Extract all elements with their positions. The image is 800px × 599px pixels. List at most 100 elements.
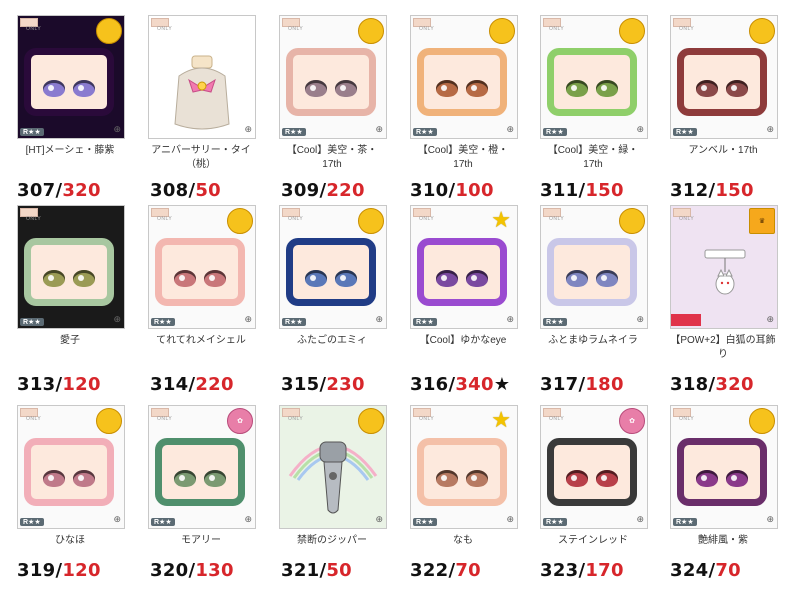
item-thumbnail[interactable]: ONLY ✿ R★★ ⊕ (540, 405, 648, 529)
item-thumbnail[interactable]: ONLY R★★ ⊕ (670, 15, 778, 139)
only-tag: ONLY (26, 216, 42, 222)
item-card[interactable]: ONLY R★★ ⊕ ふたごのエミィ (279, 205, 387, 348)
item-thumbnail[interactable]: ONLY ⊕ (148, 15, 256, 139)
item-name: [HT]メーシェ・藤紫 (25, 145, 115, 156)
zoom-icon[interactable]: ⊕ (244, 514, 252, 525)
zoom-icon[interactable]: ⊕ (766, 124, 774, 135)
rarity-tag: R★★ (151, 318, 175, 326)
item-thumbnail[interactable]: ONLY R★★ ⊕ (540, 15, 648, 139)
only-tag: ONLY (288, 216, 304, 222)
item-index: 324 (670, 560, 709, 581)
item-card[interactable]: ONLY R★★ ⊕ 【Cool】美空・緑・17th (540, 15, 648, 172)
item-value: 120 (62, 374, 101, 395)
zoom-icon[interactable]: ⊕ (636, 314, 644, 325)
item-index: 317 (540, 374, 579, 395)
item-card[interactable]: ONLY R★★ ⊕ てれてれメイシェル (148, 205, 256, 348)
item-card[interactable]: ONLY R★★ ⊕ [HT]メーシェ・藤紫 (17, 15, 125, 158)
zoom-icon[interactable]: ⊕ (375, 514, 383, 525)
item-card[interactable]: ONLY ✿ R★★ ⊕ ステインレッド (540, 405, 648, 548)
item-value: 340 (455, 374, 494, 395)
face-preview-icon (677, 48, 767, 116)
face-preview-icon (417, 438, 507, 506)
zoom-icon[interactable]: ⊕ (636, 124, 644, 135)
item-thumbnail[interactable]: ONLY ♛ ⊕ (670, 205, 778, 329)
zoom-icon[interactable]: ⊕ (636, 514, 644, 525)
item-count: 320/130 (150, 560, 234, 581)
zoom-icon[interactable]: ⊕ (113, 314, 121, 325)
item-card[interactable]: ONLY ♛ ⊕ 【POW+2】白狐の耳飾り (670, 205, 778, 362)
item-card[interactable]: ONLY ★ R★★ ⊕ 【Cool】ゆかなeye (410, 205, 518, 348)
item-card[interactable]: ONLY ✿ R★★ ⊕ モアリー (148, 405, 256, 548)
rarity-tag: R★★ (282, 128, 306, 136)
item-count: 312/150 (670, 180, 754, 201)
item-card[interactable]: ONLY ⊕ 禁断のジッパー (279, 405, 387, 548)
item-count: 313/120 (17, 374, 101, 395)
item-thumbnail[interactable]: ONLY ★ R★★ ⊕ (410, 405, 518, 529)
item-name: ふたごのエミィ (297, 335, 367, 346)
item-thumbnail[interactable]: ONLY R★★ ⊕ (279, 15, 387, 139)
item-count: 316/340★ (410, 374, 510, 395)
item-thumbnail[interactable]: ONLY R★★ ⊕ (670, 405, 778, 529)
zoom-icon[interactable]: ⊕ (506, 314, 514, 325)
item-thumbnail[interactable]: ONLY R★★ ⊕ (17, 405, 125, 529)
item-index: 311 (540, 180, 579, 201)
only-tag: ONLY (26, 416, 42, 422)
face-preview-icon (417, 238, 507, 306)
zoom-icon[interactable]: ⊕ (506, 514, 514, 525)
series-badge-icon (749, 408, 775, 434)
only-tag: ONLY (549, 416, 565, 422)
item-thumbnail[interactable]: ONLY R★★ ⊕ (148, 205, 256, 329)
item-thumbnail[interactable]: ONLY R★★ ⊕ (17, 205, 125, 329)
item-card[interactable]: ONLY R★★ ⊕ 艶緋風・紫 (670, 405, 778, 548)
event-badge-icon: ✿ (227, 408, 253, 434)
item-value: 220 (195, 374, 234, 395)
only-tag: ONLY (549, 216, 565, 222)
item-card[interactable]: ONLY R★★ ⊕ ふとまゆラムネイラ (540, 205, 648, 348)
item-thumbnail[interactable]: ONLY R★★ ⊕ (17, 15, 125, 139)
face-preview-icon (417, 48, 507, 116)
zoom-icon[interactable]: ⊕ (766, 314, 774, 325)
face-preview-icon (24, 48, 114, 116)
zoom-icon[interactable]: ⊕ (244, 124, 252, 135)
item-thumbnail[interactable]: ONLY R★★ ⊕ (410, 15, 518, 139)
eye-icon (73, 80, 95, 97)
zoom-icon[interactable]: ⊕ (113, 514, 121, 525)
rarity-tag: R★★ (282, 318, 306, 326)
item-card[interactable]: ONLY R★★ ⊕ ひなほ (17, 405, 125, 548)
zoom-icon[interactable]: ⊕ (113, 124, 121, 135)
item-thumbnail[interactable]: ONLY R★★ ⊕ (279, 205, 387, 329)
eye-icon (305, 270, 327, 287)
zoom-icon[interactable]: ⊕ (766, 514, 774, 525)
item-card[interactable]: ONLY ⊕ アニバーサリー・タイ（桃） (148, 15, 256, 172)
item-name: てれてれメイシェル (156, 335, 246, 346)
item-thumbnail[interactable]: ONLY ⊕ (279, 405, 387, 529)
item-card[interactable]: ONLY R★★ ⊕ アンベル・17th (670, 15, 778, 158)
item-card[interactable]: ONLY R★★ ⊕ 【Cool】美空・茶・17th (279, 15, 387, 172)
item-card[interactable]: ONLY R★★ ⊕ 【Cool】美空・橙・17th (410, 15, 518, 172)
zoom-icon[interactable]: ⊕ (375, 314, 383, 325)
item-name: 【Cool】ゆかなeye (419, 335, 507, 346)
item-index: 320 (150, 560, 189, 581)
item-card[interactable]: ONLY ★ R★★ ⊕ なも (410, 405, 518, 548)
zoom-icon[interactable]: ⊕ (244, 314, 252, 325)
item-thumbnail[interactable]: ONLY ★ R★★ ⊕ (410, 205, 518, 329)
rarity-tag: R★★ (20, 318, 44, 326)
item-index: 323 (540, 560, 579, 581)
item-name: 【Cool】美空・緑・17th (547, 145, 639, 170)
item-card[interactable]: ONLY R★★ ⊕ 愛子 (17, 205, 125, 348)
zoom-icon[interactable]: ⊕ (375, 124, 383, 135)
zoom-icon[interactable]: ⊕ (506, 124, 514, 135)
event-badge-icon: ✿ (619, 408, 645, 434)
only-tag: ONLY (419, 26, 435, 32)
series-badge-icon (619, 18, 645, 44)
eye-icon (596, 270, 618, 287)
item-count: 324/70 (670, 560, 741, 581)
item-thumbnail[interactable]: ONLY R★★ ⊕ (540, 205, 648, 329)
only-tag: ONLY (288, 26, 304, 32)
item-thumbnail[interactable]: ONLY ✿ R★★ ⊕ (148, 405, 256, 529)
item-index: 315 (281, 374, 320, 395)
rarity-tag: R★★ (543, 518, 567, 526)
eye-icon (566, 80, 588, 97)
item-value: 180 (585, 374, 624, 395)
face-preview-icon (547, 48, 637, 116)
